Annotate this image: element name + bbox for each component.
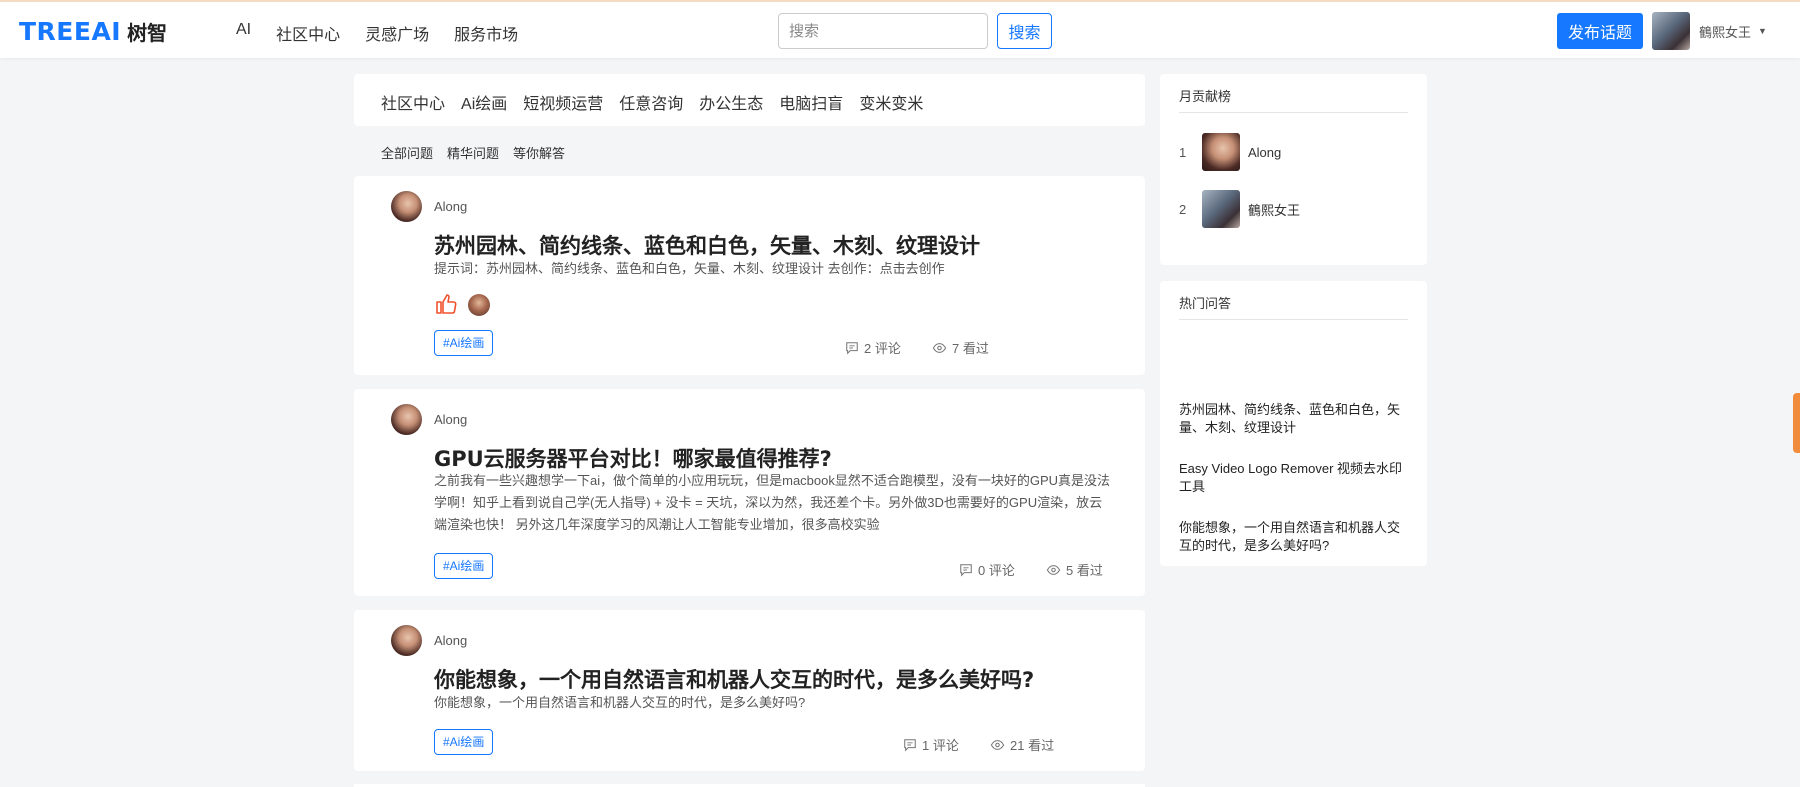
hot-qa-item[interactable]: 你能想象，一个用自然语言和机器人交互的时代，是多么美好吗? bbox=[1179, 519, 1411, 555]
category-ai-painting[interactable]: Ai绘画 bbox=[461, 90, 507, 114]
post-excerpt: 你能想象，一个用自然语言和机器人交互的时代，是多么美好吗? bbox=[434, 695, 806, 710]
author-name[interactable]: Along bbox=[434, 199, 467, 214]
author-avatar[interactable] bbox=[391, 625, 422, 656]
top-navbar: TREEAI 树智 AI 社区中心 灵感广场 服务市场 搜索 发布话题 鶴熙女王… bbox=[0, 0, 1800, 58]
divider bbox=[1179, 319, 1408, 320]
nav-service-market[interactable]: 服务市场 bbox=[454, 21, 518, 45]
search-input[interactable] bbox=[778, 13, 988, 49]
caret-down-icon: ▼ bbox=[1758, 26, 1767, 36]
comment-count[interactable]: 2 评论 bbox=[845, 338, 901, 357]
post-title[interactable]: GPU云服务器平台对比！哪家最值得推荐? bbox=[434, 443, 832, 473]
divider bbox=[1179, 112, 1408, 113]
nav-ai[interactable]: AI bbox=[236, 21, 251, 45]
author-name[interactable]: Along bbox=[434, 412, 467, 427]
logo-text-en: TREEAI bbox=[19, 16, 122, 46]
view-count: 5 看过 bbox=[1046, 560, 1103, 579]
topic-tag[interactable]: #Ai绘画 bbox=[434, 330, 494, 356]
comment-count-text: 1 评论 bbox=[922, 738, 959, 753]
topic-tag[interactable]: #Ai绘画 bbox=[434, 729, 494, 755]
avatar bbox=[1652, 12, 1690, 50]
author-name[interactable]: Along bbox=[434, 633, 467, 648]
monthly-contribution-title: 月贡献榜 bbox=[1179, 89, 1232, 104]
search-button[interactable]: 搜索 bbox=[997, 13, 1052, 49]
post-excerpt: 提示词：苏州园林、简约线条、蓝色和白色，矢量、木刻、纹理设计 去创作：点击去创作 bbox=[434, 261, 945, 276]
post-excerpt: 之前我有一些兴趣想学一下ai，做个简单的小应用玩玩，但是macbook显然不适合… bbox=[434, 473, 1111, 532]
author-avatar[interactable] bbox=[391, 404, 422, 435]
author-avatar[interactable] bbox=[391, 191, 422, 222]
comment-icon bbox=[960, 563, 972, 577]
user-menu[interactable]: 鶴熙女王 ▼ bbox=[1652, 12, 1767, 50]
comment-count-text: 2 评论 bbox=[864, 341, 901, 356]
rank-user-name: 鶴熙女王 bbox=[1248, 202, 1301, 218]
view-count-text: 7 看过 bbox=[952, 341, 989, 356]
tab-featured-questions[interactable]: 精华问题 bbox=[447, 143, 499, 162]
category-consult[interactable]: 任意咨询 bbox=[619, 90, 683, 114]
hot-qa-title: 热门问答 bbox=[1179, 296, 1232, 311]
view-count: 7 看过 bbox=[932, 338, 989, 357]
view-count-text: 21 看过 bbox=[1010, 738, 1055, 753]
hot-qa-item[interactable]: 苏州园林、简约线条、蓝色和白色，矢量、木刻、纹理设计 bbox=[1179, 401, 1411, 437]
site-logo[interactable]: TREEAI 树智 bbox=[19, 16, 167, 46]
eye-icon bbox=[990, 739, 1005, 750]
logo-text-cn: 树智 bbox=[127, 20, 168, 45]
rank-number: 1 bbox=[1179, 144, 1187, 160]
post-card: Along 苏州园林、简约线条、蓝色和白色，矢量、木刻、纹理设计 提示词：苏州园… bbox=[354, 176, 1145, 375]
post-card: Along GPU云服务器平台对比！哪家最值得推荐? 之前我有一些兴趣想学一下a… bbox=[354, 389, 1145, 596]
category-misc[interactable]: 变米变米 bbox=[859, 90, 923, 114]
liker-avatar[interactable] bbox=[468, 294, 490, 316]
category-short-video[interactable]: 短视频运营 bbox=[523, 90, 603, 114]
hot-qa-item[interactable]: Easy Video Logo Remover 视频去水印工具 bbox=[1179, 460, 1411, 496]
view-count: 21 看过 bbox=[990, 735, 1054, 754]
comment-count[interactable]: 1 评论 bbox=[903, 735, 959, 754]
post-title[interactable]: 你能想象，一个用自然语言和机器人交互的时代，是多么美好吗? bbox=[434, 664, 1034, 694]
rank-item[interactable]: 2 鶴熙女王 bbox=[1179, 190, 1300, 228]
eye-icon bbox=[1046, 564, 1061, 575]
category-computer-basics[interactable]: 电脑扫盲 bbox=[779, 90, 843, 114]
avatar bbox=[1202, 190, 1240, 228]
rank-item[interactable]: 1 Along bbox=[1179, 133, 1281, 171]
tab-awaiting-answer[interactable]: 等你解答 bbox=[513, 143, 565, 162]
category-office[interactable]: 办公生态 bbox=[699, 90, 763, 114]
main-nav: AI 社区中心 灵感广场 服务市场 bbox=[236, 21, 543, 45]
eye-icon bbox=[932, 342, 947, 353]
user-name: 鶴熙女王 bbox=[1699, 24, 1752, 40]
avatar bbox=[1202, 133, 1240, 171]
rank-number: 2 bbox=[1179, 201, 1187, 217]
like-icon[interactable] bbox=[434, 292, 458, 321]
nav-inspiration[interactable]: 灵感广场 bbox=[365, 21, 429, 45]
monthly-contribution-card: 月贡献榜 1 Along 2 鶴熙女王 bbox=[1160, 74, 1427, 265]
nav-community[interactable]: 社区中心 bbox=[276, 21, 340, 45]
comment-icon bbox=[904, 738, 916, 752]
comment-count[interactable]: 0 评论 bbox=[959, 560, 1015, 579]
topic-tag[interactable]: #Ai绘画 bbox=[434, 553, 494, 579]
scrollbar-thumb[interactable] bbox=[1793, 393, 1800, 453]
post-topic-button[interactable]: 发布话题 bbox=[1557, 13, 1643, 49]
post-title[interactable]: 苏州园林、简约线条、蓝色和白色，矢量、木刻、纹理设计 bbox=[434, 230, 980, 260]
post-card: Along 你能想象，一个用自然语言和机器人交互的时代，是多么美好吗? 你能想象… bbox=[354, 610, 1145, 771]
category-bar: 社区中心 Ai绘画 短视频运营 任意咨询 办公生态 电脑扫盲 变米变米 bbox=[354, 74, 1145, 126]
comment-count-text: 0 评论 bbox=[978, 563, 1015, 578]
tab-all-questions[interactable]: 全部问题 bbox=[381, 143, 433, 162]
category-community[interactable]: 社区中心 bbox=[381, 90, 445, 114]
question-filter-tabs: 全部问题 精华问题 等你解答 bbox=[381, 143, 579, 162]
hot-qa-card: 热门问答 苏州园林、简约线条、蓝色和白色，矢量、木刻、纹理设计 Easy Vid… bbox=[1160, 281, 1427, 566]
comment-icon bbox=[846, 341, 858, 355]
view-count-text: 5 看过 bbox=[1066, 563, 1103, 578]
rank-user-name: Along bbox=[1248, 144, 1282, 160]
